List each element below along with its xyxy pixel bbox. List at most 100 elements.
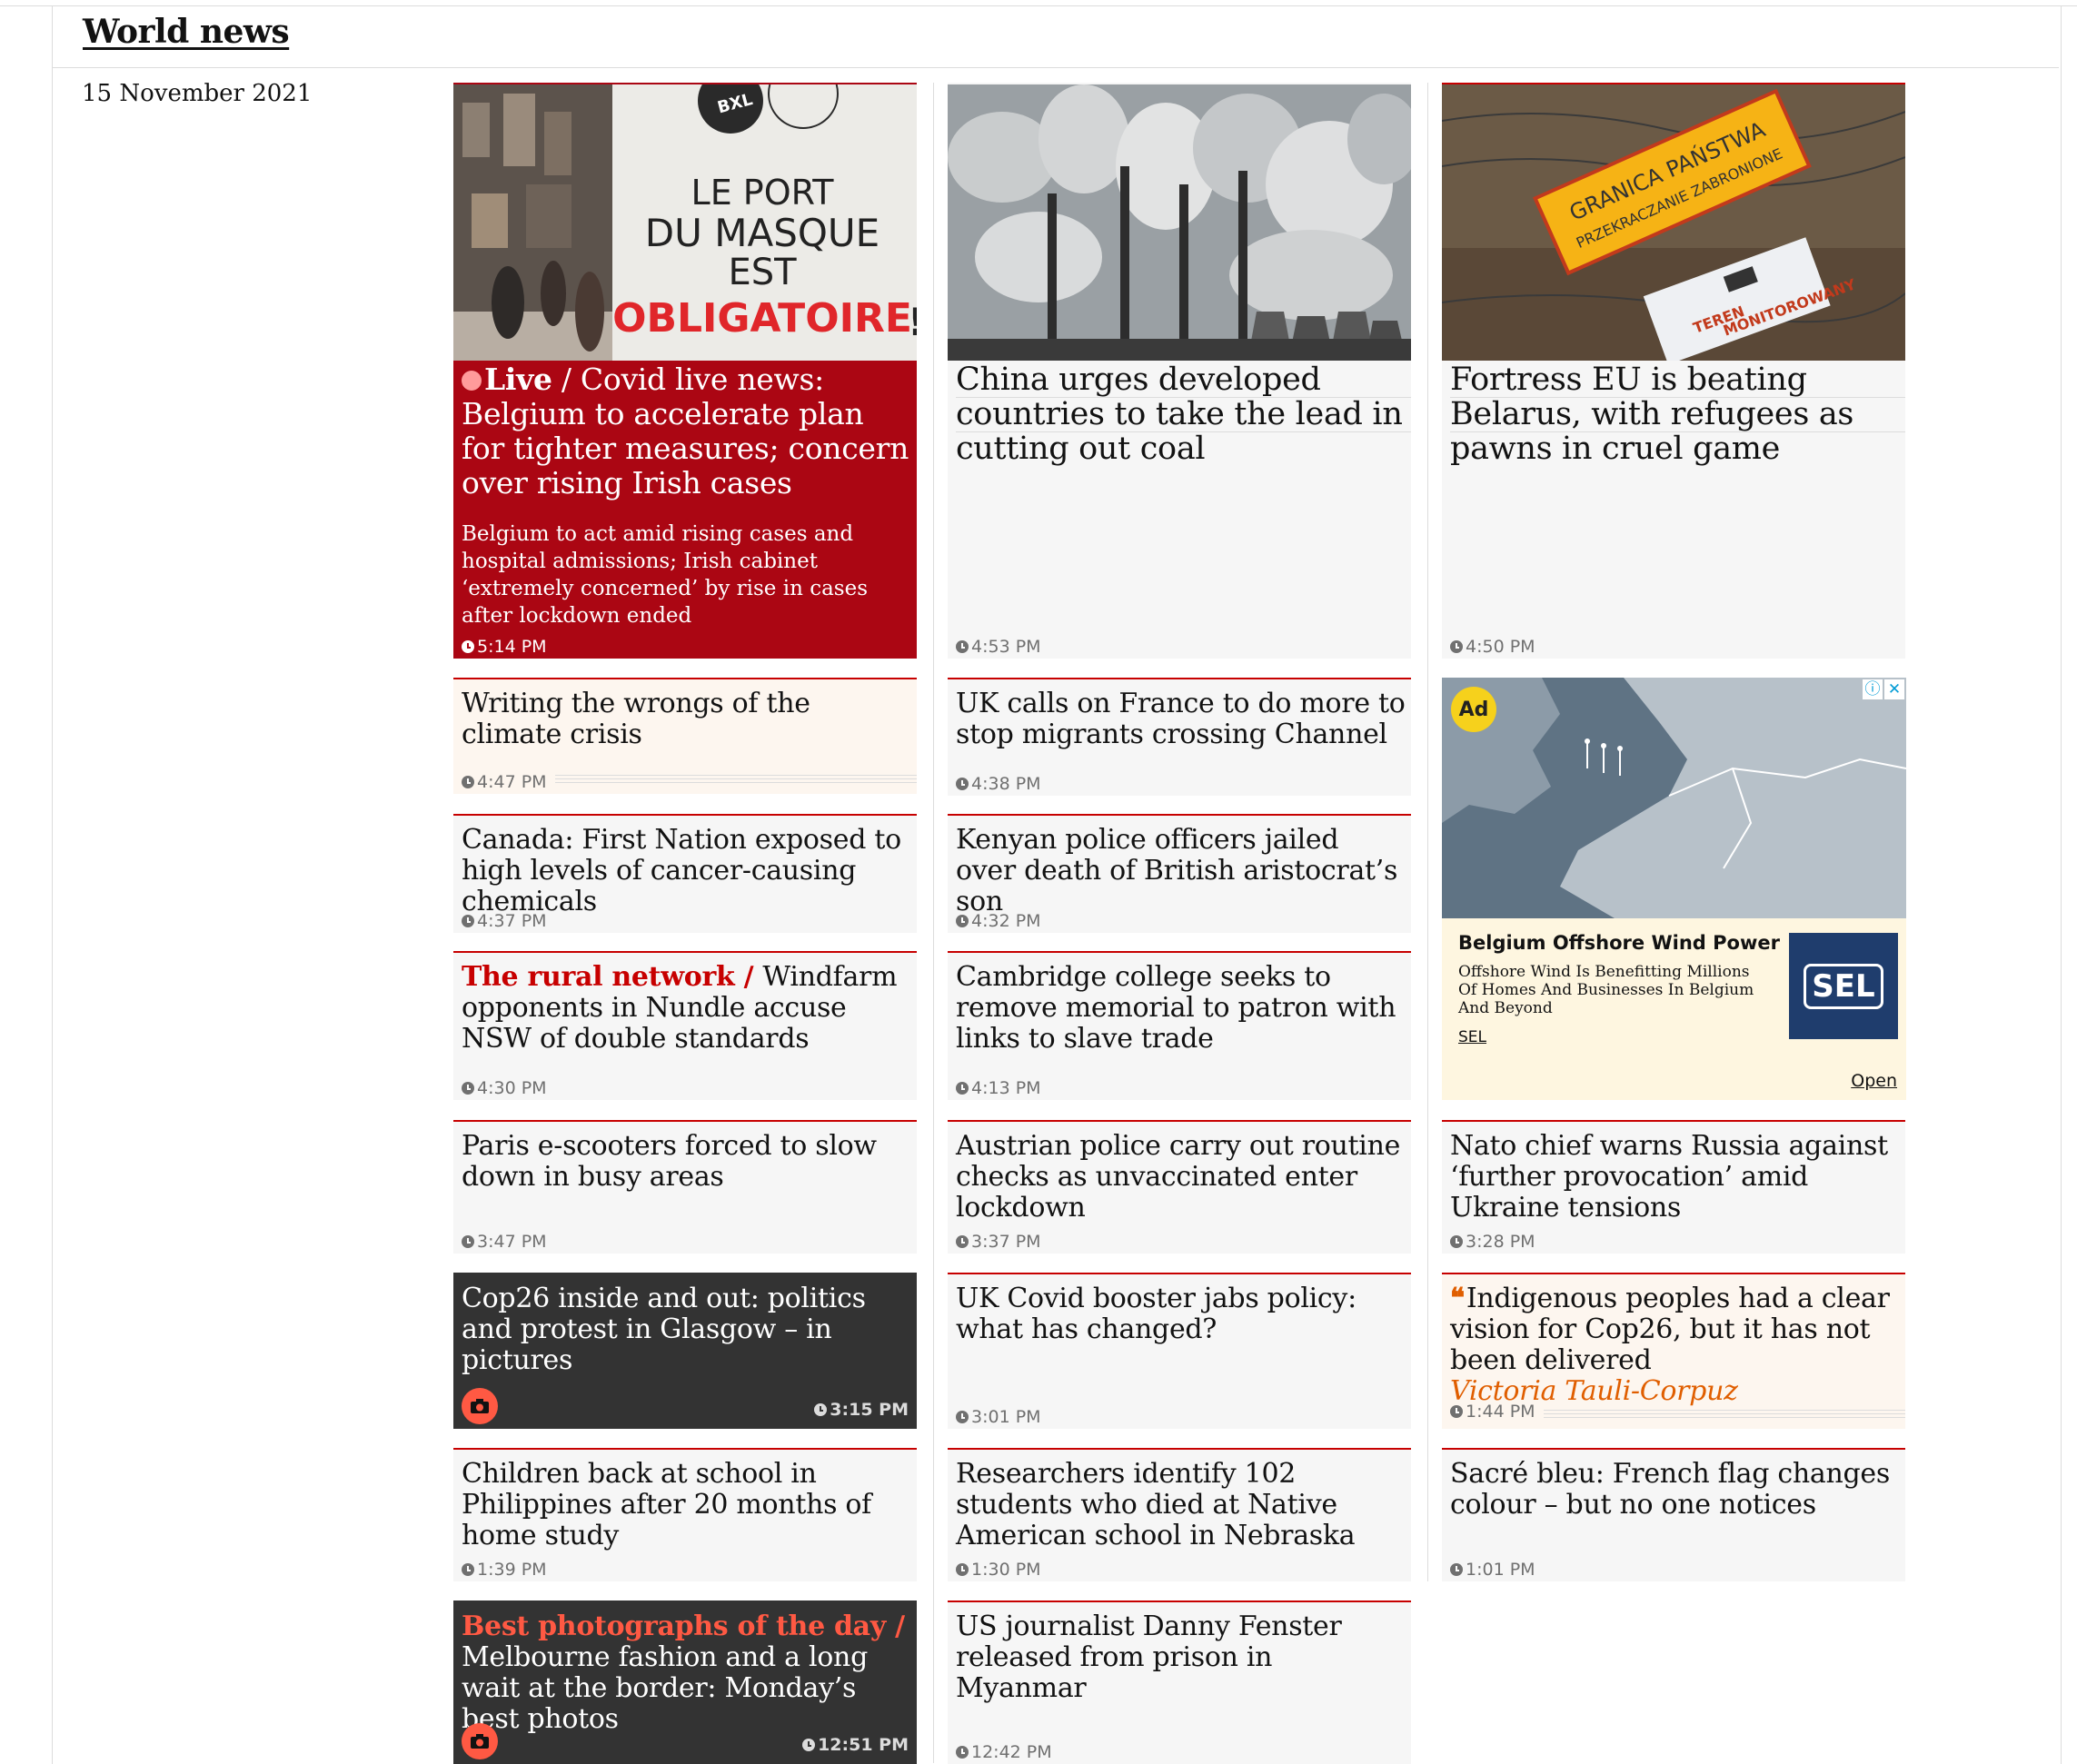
live-dot-icon [462,371,482,391]
column-divider [1427,83,1428,1581]
clock-icon [1450,640,1463,653]
clock-icon [1450,1563,1463,1576]
card-headline: Paris e-scooters forced to slow down in … [462,1130,877,1193]
card-time: 3:15 PM [814,1400,909,1420]
clock-icon [462,776,474,788]
section-date: 15 November 2021 [82,80,313,107]
card-headline: US journalist Danny Fenster released fro… [956,1610,1342,1704]
image-text-line2: DU MASQUE [645,211,879,255]
clock-icon [462,1082,474,1095]
card-cop26-gallery[interactable]: Cop26 inside and out: politics and prote… [453,1273,917,1429]
card-time: 3:47 PM [462,1232,547,1252]
card-time: 12:51 PM [802,1735,909,1755]
card-researchers[interactable]: Researchers identify 102 students who di… [948,1448,1411,1581]
card-time: 4:50 PM [1450,637,1535,657]
clock-icon [802,1739,816,1751]
card-time: 5:14 PM [462,637,547,657]
clock-icon [956,1082,969,1095]
ad-logo[interactable]: SEL [1789,933,1898,1039]
card-fortress-eu[interactable]: GRANICA PAŃSTWA PRZEKRACZANIE ZABRONIONE… [1442,83,1905,659]
card-time: 4:32 PM [956,911,1041,931]
card-headline: UK calls on France to do more to stop mi… [956,688,1406,750]
card-headline: Canada: First Nation exposed to high lev… [462,824,901,917]
image-text-line4: OBLIGATOIRE [612,295,912,342]
info-icon[interactable]: ⓘ [1863,679,1883,699]
clock-icon [956,1411,969,1423]
clock-icon [956,778,969,790]
clock-icon [956,1746,969,1759]
card-sacre-bleu[interactable]: Sacré bleu: French flag changes colour –… [1442,1448,1905,1581]
image-text-line3: EST [728,252,797,293]
ad-description: Offshore Wind Is Benefitting Millions Of… [1458,963,1754,1017]
card-time: 4:47 PM [462,772,547,792]
clock-icon [462,1563,474,1576]
card-canada[interactable]: Canada: First Nation exposed to high lev… [453,814,917,933]
ad-logo-text: SEL [1804,963,1883,1009]
clock-icon [956,1235,969,1248]
card-uk-calls[interactable]: UK calls on France to do more to stop mi… [948,678,1411,796]
card-time: 4:30 PM [462,1078,547,1098]
clock-icon [814,1403,828,1416]
card-covid-live[interactable]: BXL LE PORT DU MASQUE EST OBLIGATOIRE ! … [453,83,917,659]
headline-rule [956,431,1411,432]
card-fenster[interactable]: US journalist Danny Fenster released fro… [948,1600,1411,1764]
card-headline: China urges developed countries to take … [956,362,1403,467]
card-headline: Nato chief warns Russia against ‘further… [1450,1130,1888,1224]
clock-icon [1450,1235,1463,1248]
card-image: BXL LE PORT DU MASQUE EST OBLIGATOIRE ! [453,84,917,361]
card-headline: UK Covid booster jabs policy: what has c… [956,1283,1357,1345]
card-paris[interactable]: Paris e-scooters forced to slow down in … [453,1120,917,1254]
card-time: 4:13 PM [956,1078,1041,1098]
card-headline: Children back at school in Philippines a… [462,1458,871,1551]
card-kenyan[interactable]: Kenyan police officers jailed over death… [948,814,1411,933]
card-time: 1:30 PM [956,1560,1041,1580]
card-rural-network[interactable]: The rural network / Windfarm opponents i… [453,951,917,1100]
card-headline: Live / Covid live news: Belgium to accel… [462,362,909,500]
decorative-lines [1544,1410,1905,1420]
ad-image [1442,678,1906,918]
card-time: 3:01 PM [956,1407,1041,1427]
image-text-ex: ! [908,300,917,344]
card-best-photos-gallery[interactable]: Best photographs of the day / Melbourne f… [453,1600,917,1764]
card-climate-crisis[interactable]: Writing the wrongs of the climate crisis… [453,678,917,794]
clock-icon [462,640,474,653]
advertisement[interactable]: Ad ⓘ ✕ Belgium Offshore Wind Power Offsh… [1442,678,1906,1100]
card-time: 12:42 PM [956,1742,1052,1762]
card-nato[interactable]: Nato chief warns Russia against ‘further… [1442,1120,1905,1254]
ad-open-link[interactable]: Open [1851,1071,1897,1091]
card-headline: Austrian police carry out routine checks… [956,1130,1401,1224]
card-headline: Cop26 inside and out: politics and prote… [462,1283,866,1376]
ad-brand-link[interactable]: SEL [1458,1028,1486,1046]
section-divider [53,67,2059,68]
card-philippines[interactable]: Children back at school in Philippines a… [453,1448,917,1581]
section-title[interactable]: World news [83,13,290,51]
card-indigenous-opinion[interactable]: ❝Indigenous peoples had a clear vision f… [1442,1273,1905,1429]
card-headline: ❝Indigenous peoples had a clear vision f… [1450,1283,1890,1407]
card-cambridge[interactable]: Cambridge college seeks to remove memori… [948,951,1411,1100]
card-time: 3:37 PM [956,1232,1041,1252]
quote-icon: ❝ [1450,1283,1465,1314]
headline-rule [1450,397,1905,398]
card-headline: Sacré bleu: French flag changes colour –… [1450,1458,1890,1521]
ad-badge: Ad [1451,687,1496,732]
clock-icon [462,915,474,927]
ad-title[interactable]: Belgium Offshore Wind Power [1458,932,1780,954]
headline-rule [956,397,1411,398]
close-icon[interactable]: ✕ [1884,679,1904,699]
card-time: 4:38 PM [956,774,1041,794]
card-time: 3:28 PM [1450,1232,1535,1252]
card-standfirst: Belgium to act amid rising cases and hos… [462,522,869,628]
ad-choices[interactable]: ⓘ ✕ [1863,679,1904,699]
card-booster[interactable]: UK Covid booster jabs policy: what has c… [948,1273,1411,1429]
card-austrian[interactable]: Austrian police carry out routine checks… [948,1120,1411,1254]
clock-icon [956,1563,969,1576]
card-time: 1:01 PM [1450,1560,1535,1580]
column-divider [933,83,934,1763]
card-time: 1:39 PM [462,1560,547,1580]
card-time: 1:44 PM [1450,1402,1535,1422]
card-headline: Kenyan police officers jailed over death… [956,824,1398,917]
card-headline: The rural network / Windfarm opponents i… [462,961,898,1055]
image-text-line1: LE PORT [691,173,835,213]
card-time: 4:37 PM [462,911,547,931]
card-china-coal[interactable]: China urges developed countries to take … [948,83,1411,659]
